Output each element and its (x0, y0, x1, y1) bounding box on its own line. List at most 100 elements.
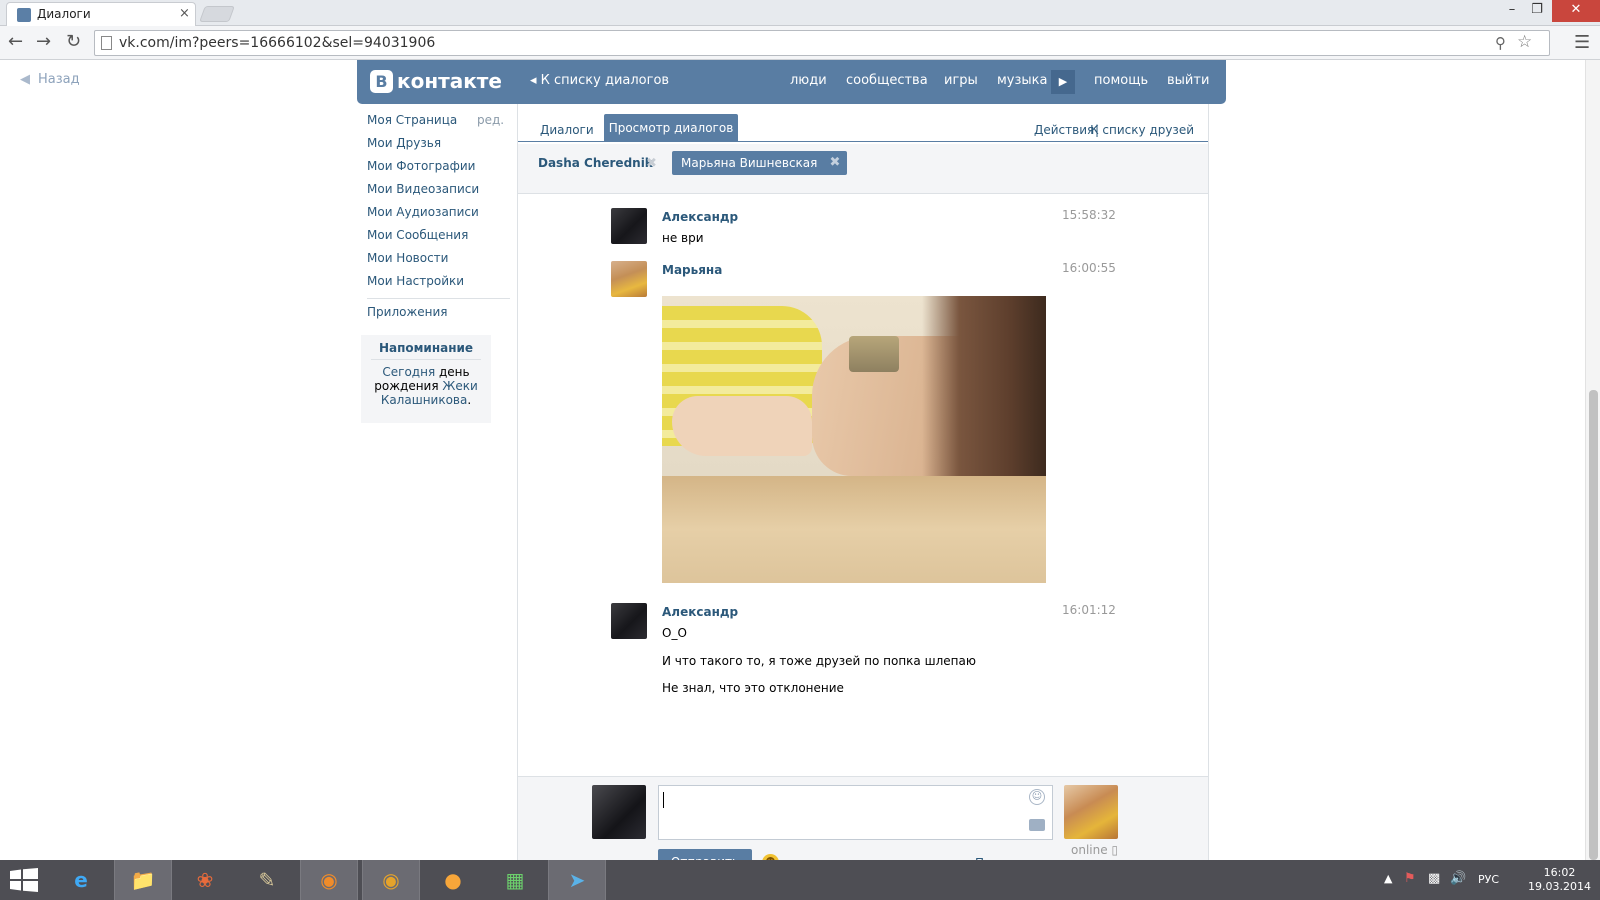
browser-menu-icon[interactable]: ☰ (1574, 32, 1590, 53)
message-author[interactable]: Александр (662, 605, 738, 619)
nav-games[interactable]: игры (944, 73, 978, 88)
network-icon[interactable]: ▩ (1428, 871, 1440, 886)
my-avatar[interactable] (592, 785, 646, 839)
forward-arrow-icon[interactable]: → (36, 31, 51, 52)
ie-icon[interactable]: e (52, 860, 110, 900)
chrome-icon[interactable]: ◉ (362, 860, 420, 900)
menu-my-page[interactable]: Моя Страница (367, 113, 457, 127)
actions-link[interactable]: Действия (1034, 123, 1094, 137)
to-dialogs-link[interactable]: ◂ К списку диалогов (530, 73, 669, 88)
menu-my-messages[interactable]: Мои Сообщения (367, 228, 468, 242)
photo-hand (672, 396, 812, 456)
action-center-flag-icon[interactable]: ⚑ (1404, 871, 1416, 886)
reminder-divider (371, 359, 481, 360)
edit-link[interactable]: ред. (477, 113, 504, 127)
menu-apps[interactable]: Приложения (367, 305, 448, 319)
tray-expand-icon[interactable]: ▲ (1384, 872, 1392, 885)
menu-my-news[interactable]: Мои Новости (367, 251, 448, 265)
peer-bar: Dasha Cherednik ✖ Марьяна Вишневская ✖ (518, 144, 1208, 194)
online-label: online (1071, 843, 1108, 857)
mobile-icon: ▯ (1111, 843, 1119, 857)
nav-music[interactable]: музыка (997, 73, 1048, 88)
address-bar[interactable]: vk.com/im?peers=16666102&sel=94031906 ⚲ … (94, 30, 1550, 56)
message-input[interactable]: ☺ (658, 785, 1053, 840)
explorer-icon[interactable]: 📁 (114, 860, 172, 900)
peer-close-icon[interactable]: ✖ (829, 151, 840, 175)
apps-grid-icon[interactable]: ▦ (486, 860, 544, 900)
window-restore-button[interactable]: ❐ (1520, 0, 1554, 22)
nav-help[interactable]: помощь (1094, 73, 1148, 88)
compose-area: ☺ online ▯ Отправить ☻ Прикрепить (518, 776, 1208, 876)
reload-icon[interactable]: ↻ (66, 31, 81, 52)
photo-watch (849, 336, 899, 372)
message-time: 16:00:55 (1062, 261, 1116, 275)
message-time: 16:01:12 (1062, 603, 1116, 617)
browser-tab-strip: Диалоги × – ❐ ✕ (0, 0, 1600, 26)
picasa-icon[interactable]: ❀ (176, 860, 234, 900)
left-caret-icon: ◂ (530, 73, 541, 88)
notes-app-icon[interactable]: ✎ (238, 860, 296, 900)
clock-time: 16:02 (1543, 866, 1576, 879)
windows-start-icon[interactable] (10, 868, 38, 892)
windows-taskbar: e 📁 ❀ ✎ ◉ ◉ ● ▦ ➤ ▲ ⚑ ▩ 🔊 РУС 16:02 19.0… (0, 860, 1600, 900)
message-time: 15:58:32 (1062, 208, 1116, 222)
tab-close-icon[interactable]: × (179, 6, 190, 21)
message-text: не ври (662, 231, 704, 245)
nav-people[interactable]: люди (790, 73, 827, 88)
menu-my-friends[interactable]: Мои Друзья (367, 136, 441, 150)
reminder-title: Напоминание (378, 341, 474, 355)
avatar[interactable] (611, 261, 647, 297)
tab-dialogs[interactable]: Диалоги (540, 123, 594, 137)
peer-close-icon[interactable]: ✖ (646, 156, 657, 171)
peer-tab-dasha[interactable]: Dasha Cherednik (538, 156, 653, 170)
clock-date: 19.03.2014 (1528, 880, 1591, 893)
message-text: О_О (662, 626, 687, 640)
zoom-icon[interactable]: ⚲ (1495, 34, 1506, 52)
to-friends-link[interactable]: К списку друзей (1090, 123, 1194, 137)
menu-divider (367, 298, 510, 299)
page-icon (101, 36, 112, 50)
nav-groups[interactable]: сообщества (846, 73, 928, 88)
peer-tab-label: Марьяна Вишневская (681, 156, 818, 170)
window-close-button[interactable]: ✕ (1552, 0, 1600, 22)
avatar[interactable] (611, 603, 647, 639)
volume-icon[interactable]: 🔊 (1450, 871, 1466, 886)
message-text: Не знал, что это отклонение (662, 681, 844, 695)
back-link[interactable]: ◀ Назад (20, 72, 80, 87)
language-indicator[interactable]: РУС (1478, 873, 1499, 886)
avatar[interactable] (611, 208, 647, 244)
reminder-today-link[interactable]: Сегодня (382, 365, 435, 379)
clock[interactable]: 16:02 19.03.2014 (1528, 866, 1591, 894)
dialog-tabs: Диалоги Просмотр диалогов Действия | К с… (518, 114, 1208, 142)
back-link-label: Назад (38, 72, 80, 87)
browser-toolbar: ← → ↻ vk.com/im?peers=16666102&sel=94031… (0, 26, 1600, 60)
scrollbar-thumb[interactable] (1589, 390, 1598, 860)
peer-avatar[interactable] (1064, 785, 1118, 839)
peer-tab-maryana[interactable]: Марьяна Вишневская ✖ (672, 151, 848, 175)
menu-my-photos[interactable]: Мои Фотографии (367, 159, 475, 173)
message-author[interactable]: Александр (662, 210, 738, 224)
menu-my-settings[interactable]: Мои Настройки (367, 274, 464, 288)
bookmark-star-icon[interactable]: ☆ (1517, 32, 1532, 52)
qip-icon[interactable]: ● (424, 860, 482, 900)
vk-logo-text[interactable]: контакте (397, 69, 502, 93)
browser-tab[interactable]: Диалоги × (6, 2, 196, 26)
music-play-icon[interactable]: ▶ (1051, 70, 1075, 94)
url-text[interactable]: vk.com/im?peers=16666102&sel=94031906 (119, 35, 435, 51)
back-arrow-icon[interactable]: ← (8, 31, 23, 52)
online-status: online ▯ (1071, 843, 1118, 857)
nav-logout[interactable]: выйти (1167, 73, 1209, 88)
vk-logo-icon[interactable]: В (370, 70, 393, 93)
tab-view-dialogs[interactable]: Просмотр диалогов (604, 114, 738, 142)
smile-icon[interactable]: ☺ (1029, 789, 1045, 805)
menu-my-audios[interactable]: Мои Аудиозаписи (367, 205, 479, 219)
message-author[interactable]: Марьяна (662, 263, 722, 277)
message-photo[interactable] (662, 296, 1046, 583)
firefox-icon[interactable]: ◉ (300, 860, 358, 900)
camera-icon[interactable] (1029, 819, 1045, 831)
to-dialogs-label: К списку диалогов (540, 73, 670, 88)
page-scrollbar[interactable] (1585, 60, 1600, 860)
menu-my-videos[interactable]: Мои Видеозаписи (367, 182, 479, 196)
telegram-icon[interactable]: ➤ (548, 860, 606, 900)
new-tab-button[interactable] (199, 6, 235, 22)
